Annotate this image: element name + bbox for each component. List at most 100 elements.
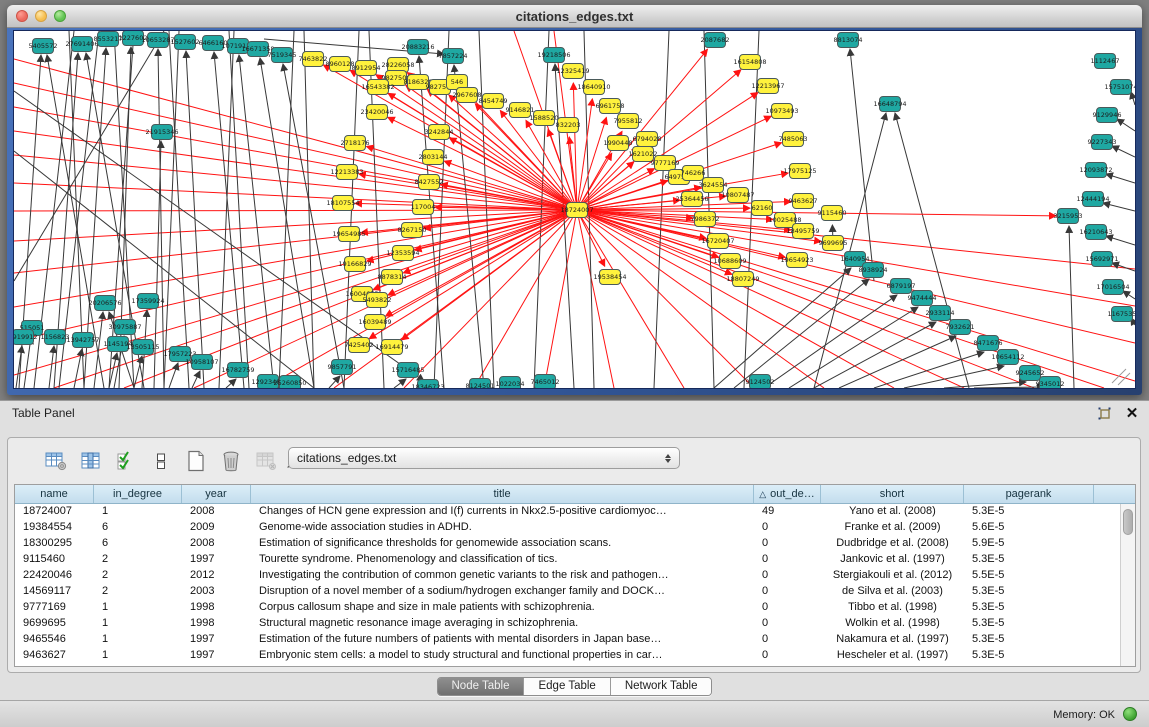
edge[interactable] [1112,369,1126,383]
table-cell[interactable]: 1997 [182,552,251,568]
graph-node-832203[interactable]: 832203 [556,118,581,133]
table-cell[interactable]: 1997 [182,632,251,648]
edge[interactable] [74,349,82,388]
edge[interactable] [1069,226,1074,388]
graph-node-2967608[interactable]: 2967608 [453,88,482,103]
table-cell[interactable]: 14569117 [15,584,94,600]
graph-node-7519345[interactable]: 7519345 [268,48,297,63]
edge[interactable] [14,210,577,211]
graph-node-6961758[interactable]: 6961758 [596,99,625,114]
edge[interactable] [789,307,918,388]
graph-node-8960128[interactable]: 8960128 [326,57,355,72]
graph-node-9124502[interactable]: 9124502 [746,375,775,389]
table-row[interactable]: 969969511998Structural magnetic resonanc… [15,616,1135,632]
delete-column-button[interactable] [219,449,243,473]
column-header-pagerank[interactable]: pagerank [964,485,1094,503]
edge[interactable] [14,210,577,241]
table-cell[interactable]: 9115460 [15,552,94,568]
graph-node-6794028[interactable]: 6794028 [633,132,662,147]
table-cell[interactable]: 1997 [182,648,251,664]
table-cell[interactable]: 22420046 [15,568,94,584]
float-panel-button[interactable] [1095,404,1113,422]
edge[interactable] [814,322,936,388]
graph-node-16210643[interactable]: 16210643 [1079,225,1112,240]
table-cell[interactable]: Wolkin et al. (1998) [821,616,964,632]
table-cell[interactable]: Tibbo et al. (1998) [821,600,964,616]
unselect-all-columns-button[interactable] [149,449,173,473]
table-cell[interactable]: 1998 [182,600,251,616]
graph-node-1167535[interactable]: 1167535 [1108,307,1135,322]
table-cell[interactable]: 1998 [182,616,251,632]
table-cell[interactable]: 5.9E-5 [964,536,1094,552]
graph-node-8912954[interactable]: 8912954 [352,61,381,76]
table-cell[interactable]: 2008 [182,536,251,552]
graph-node-7465012[interactable]: 7465012 [531,375,560,389]
table-cell[interactable]: 2 [94,584,182,600]
column-header-year[interactable]: year [182,485,251,503]
graph-node-16648794[interactable]: 16648794 [873,97,906,112]
window-titlebar[interactable]: citations_edges.txt [7,5,1142,28]
table-row[interactable]: 1938455462009Genome-wide association stu… [15,520,1135,536]
tab-network-table[interactable]: Network Table [611,678,712,695]
graph-node-8267150[interactable]: 8267150 [398,223,427,238]
table-cell[interactable]: 2012 [182,568,251,584]
table-row[interactable]: 977716911998Corpus callosum shape and si… [15,600,1135,616]
table-cell[interactable]: Estimation of the future numbers of pati… [251,632,754,648]
edge[interactable] [14,210,577,273]
table-cell[interactable]: 0 [754,600,821,616]
table-cell[interactable]: 1 [94,616,182,632]
table-cell[interactable]: 1 [94,504,182,520]
close-panel-button[interactable]: ✕ [1123,404,1141,422]
graph-node-12093872[interactable]: 12093872 [1079,163,1112,178]
table-cell[interactable]: 18724007 [15,504,94,520]
table-cell[interactable]: Estimation of significance thresholds fo… [251,536,754,552]
table-cell[interactable]: Stergiakouli et al. (2012) [821,568,964,584]
graph-node-7857224[interactable]: 7857224 [439,49,468,64]
edge[interactable] [169,363,178,388]
graph-node-8938924[interactable]: 8938924 [859,263,888,278]
edge[interactable] [1103,203,1135,211]
graph-node-15716485[interactable]: 15716485 [391,363,424,378]
edge[interactable] [366,146,577,210]
table-cell[interactable]: 2008 [182,504,251,520]
table-row[interactable]: 2242004622012Investigating the contribut… [15,568,1135,584]
graph-node-3215953[interactable]: 3215953 [1054,209,1083,224]
graph-node-2803144[interactable]: 2803144 [419,150,448,165]
graph-node-7932621[interactable]: 7932621 [946,320,975,335]
table-row[interactable]: 1456911722003Disruption of a novel membe… [15,584,1135,600]
table-cell[interactable]: Disruption of a novel member of a sodium… [251,584,754,600]
graph-node-5493822[interactable]: 5493822 [363,293,392,308]
graph-node-8878314[interactable]: 8878314 [378,270,407,285]
graph-node-19218506[interactable]: 19218506 [537,48,570,63]
edge[interactable] [49,346,54,388]
graph-node-10688609[interactable]: 10688609 [713,254,746,269]
table-row[interactable]: 1872400712008Changes of HCN gene express… [15,504,1135,520]
show-columns-button[interactable] [79,449,103,473]
table-cell[interactable]: Genome-wide association studies in ADHD. [251,520,754,536]
network-canvas[interactable]: 1872400774638228960128891295428226058982… [14,31,1135,388]
table-cell[interactable]: 5.3E-5 [964,504,1094,520]
graph-node-1156823[interactable]: 1156823 [41,330,70,345]
graph-node-1112467[interactable]: 1112467 [1091,54,1120,69]
memory-status-indicator[interactable] [1123,707,1137,721]
graph-node-9777169[interactable]: 9777169 [651,156,680,171]
graph-node-117004[interactable]: 117004 [411,200,436,215]
table-cell[interactable]: Changes of HCN gene expression and I(f) … [251,504,754,520]
graph-node-16914479[interactable]: 16914479 [375,340,408,355]
table-cell[interactable]: Franke et al. (2009) [821,520,964,536]
table-cell[interactable]: Jankovic et al. (1997) [821,552,964,568]
table-cell[interactable]: Corpus callosum shape and size in male p… [251,600,754,616]
table-cell[interactable]: 5.3E-5 [964,600,1094,616]
graph-node-9857791[interactable]: 9857791 [328,360,357,375]
table-cell[interactable]: Structural magnetic resonance image aver… [251,616,754,632]
table-cell[interactable]: 5.3E-5 [964,632,1094,648]
create-column-button[interactable] [184,449,208,473]
table-cell[interactable]: 2009 [182,520,251,536]
graph-node-19654985[interactable]: 19654985 [332,227,365,242]
graph-node-7463822[interactable]: 7463822 [299,52,328,67]
edge[interactable] [850,49,874,281]
table-cell[interactable]: 9777169 [15,600,94,616]
graph-node-9474444[interactable]: 9474444 [908,291,937,306]
edge[interactable] [1123,291,1135,299]
graph-node-12444194[interactable]: 12444194 [1076,192,1109,207]
